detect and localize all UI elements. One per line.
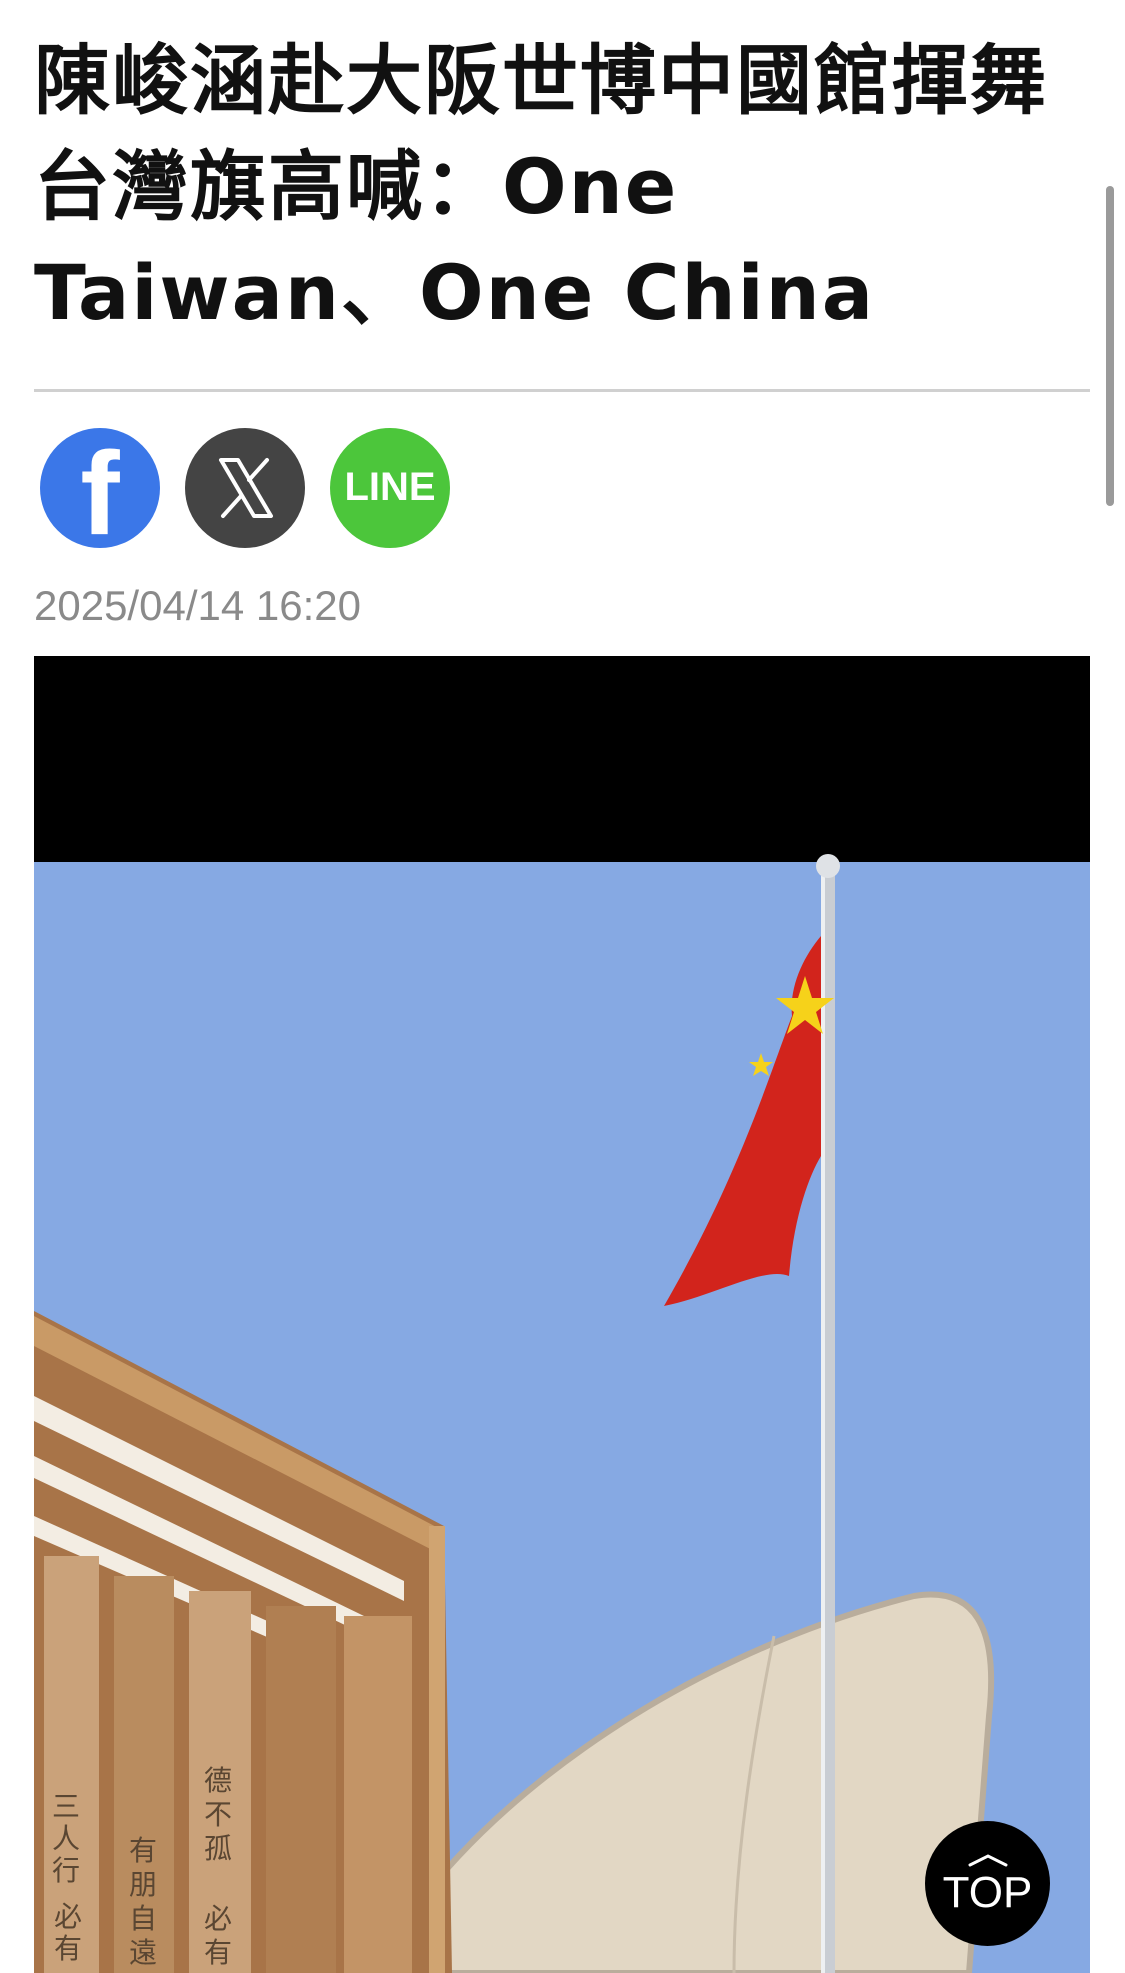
line-icon: LINE [344, 465, 435, 509]
chevron-up-icon [968, 1853, 1007, 1866]
svg-text:遠: 遠 [129, 1936, 157, 1969]
back-to-top-button[interactable]: TOP [925, 1821, 1050, 1946]
svg-text:LINE: LINE [344, 465, 435, 509]
svg-text:必: 必 [54, 1900, 82, 1933]
svg-text:f: f [80, 428, 120, 548]
svg-text:孤: 孤 [204, 1832, 232, 1865]
publish-timestamp: 2025/04/14 16:20 [34, 582, 361, 629]
article-photo[interactable]: 三人行 必有 有朋自遠 德不孤必有 [34, 656, 1090, 1973]
photo-letterbox-bar [34, 656, 1090, 862]
svg-text:德: 德 [204, 1764, 232, 1797]
share-x-button[interactable] [185, 428, 305, 548]
svg-text:行: 行 [52, 1854, 80, 1887]
svg-text:朋: 朋 [129, 1868, 157, 1901]
svg-text:人: 人 [52, 1822, 80, 1855]
share-facebook-button[interactable]: f [40, 428, 160, 548]
svg-text:有: 有 [204, 1936, 232, 1969]
svg-text:不: 不 [204, 1798, 232, 1831]
page-scrollbar[interactable] [1106, 186, 1114, 506]
back-to-top-label: TOP [942, 1867, 1033, 1917]
svg-text:必: 必 [204, 1902, 232, 1935]
svg-text:有: 有 [54, 1932, 82, 1965]
headline-divider [34, 389, 1090, 392]
facebook-icon: f [80, 428, 120, 548]
svg-text:自: 自 [129, 1902, 157, 1935]
svg-text:有: 有 [129, 1834, 157, 1867]
svg-text:三: 三 [52, 1790, 80, 1823]
x-icon [219, 458, 273, 518]
article-headline: 陳峻涵赴大阪世博中國館揮舞台灣旗高喊：One Taiwan、One China [34, 36, 1048, 337]
share-line-button[interactable]: LINE [330, 428, 450, 548]
